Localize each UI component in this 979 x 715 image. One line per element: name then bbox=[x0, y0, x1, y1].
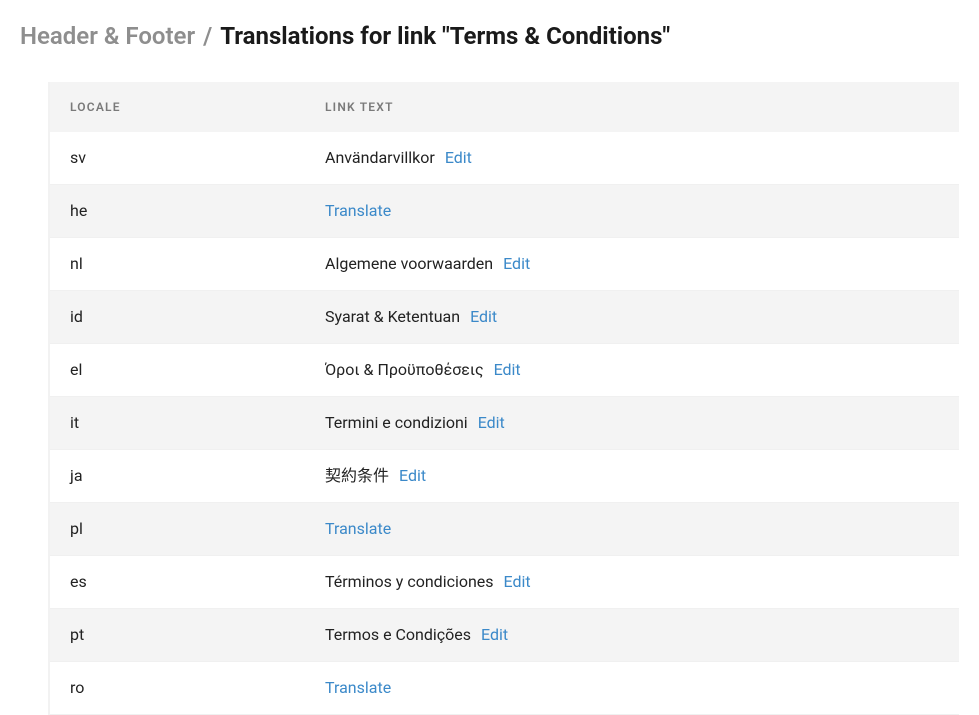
locale-cell: el bbox=[50, 344, 305, 397]
linktext-cell: Termini e condizioni Edit bbox=[305, 397, 959, 450]
table-row: pt Termos e Condições Edit bbox=[50, 609, 959, 662]
table-row: pl Translate bbox=[50, 503, 959, 556]
linktext-cell: Användarvillkor Edit bbox=[305, 132, 959, 185]
linktext-value: Termini e condizioni bbox=[325, 413, 468, 432]
locale-cell: nl bbox=[50, 238, 305, 291]
linktext-value: Algemene voorwaarden bbox=[325, 254, 493, 273]
breadcrumb-current: Translations for link "Terms & Condition… bbox=[220, 22, 670, 50]
table-row: ro Translate bbox=[50, 662, 959, 715]
edit-link[interactable]: Edit bbox=[470, 307, 497, 326]
table-row: sv Användarvillkor Edit bbox=[50, 132, 959, 185]
table-row: id Syarat & Ketentuan Edit bbox=[50, 291, 959, 344]
locale-cell: pt bbox=[50, 609, 305, 662]
locale-cell: he bbox=[50, 185, 305, 238]
locale-cell: it bbox=[50, 397, 305, 450]
linktext-value: Términos y condiciones bbox=[325, 572, 494, 591]
locale-cell: sv bbox=[50, 132, 305, 185]
linktext-value: Termos e Condições bbox=[325, 625, 471, 644]
breadcrumb: Header & Footer / Translations for link … bbox=[20, 18, 959, 54]
table-row: nl Algemene voorwaarden Edit bbox=[50, 238, 959, 291]
edit-link[interactable]: Edit bbox=[445, 148, 472, 167]
table-header-row: LOCALE LINK TEXT bbox=[50, 82, 959, 132]
table-row: he Translate bbox=[50, 185, 959, 238]
edit-link[interactable]: Edit bbox=[399, 466, 426, 485]
content-area: LOCALE LINK TEXT sv Användarvillkor Edit he… bbox=[48, 82, 959, 715]
translations-table: LOCALE LINK TEXT sv Användarvillkor Edit he… bbox=[50, 82, 959, 715]
linktext-cell: Όροι & Προϋποθέσεις Edit bbox=[305, 344, 959, 397]
linktext-cell: Syarat & Ketentuan Edit bbox=[305, 291, 959, 344]
table-row: es Términos y condiciones Edit bbox=[50, 556, 959, 609]
column-header-linktext: LINK TEXT bbox=[305, 82, 959, 132]
linktext-cell: 契約条件 Edit bbox=[305, 450, 959, 503]
table-row: it Termini e condizioni Edit bbox=[50, 397, 959, 450]
linktext-value: 契約条件 bbox=[325, 466, 389, 485]
linktext-cell: Translate bbox=[305, 185, 959, 238]
translate-link[interactable]: Translate bbox=[325, 201, 391, 220]
edit-link[interactable]: Edit bbox=[494, 360, 521, 379]
locale-cell: es bbox=[50, 556, 305, 609]
edit-link[interactable]: Edit bbox=[478, 413, 505, 432]
page-root: Header & Footer / Translations for link … bbox=[0, 0, 979, 715]
translate-link[interactable]: Translate bbox=[325, 519, 391, 538]
table-row: el Όροι & Προϋποθέσεις Edit bbox=[50, 344, 959, 397]
locale-cell: ja bbox=[50, 450, 305, 503]
table-row: ja 契約条件 Edit bbox=[50, 450, 959, 503]
breadcrumb-prev[interactable]: Header & Footer bbox=[20, 22, 195, 50]
linktext-value: Syarat & Ketentuan bbox=[325, 307, 460, 326]
breadcrumb-separator: / bbox=[201, 22, 214, 50]
edit-link[interactable]: Edit bbox=[504, 572, 531, 591]
linktext-cell: Términos y condiciones Edit bbox=[305, 556, 959, 609]
locale-cell: id bbox=[50, 291, 305, 344]
linktext-cell: Translate bbox=[305, 662, 959, 715]
locale-cell: ro bbox=[50, 662, 305, 715]
edit-link[interactable]: Edit bbox=[481, 625, 508, 644]
linktext-value: Användarvillkor bbox=[325, 148, 435, 167]
column-header-locale: LOCALE bbox=[50, 82, 305, 132]
linktext-cell: Algemene voorwaarden Edit bbox=[305, 238, 959, 291]
locale-cell: pl bbox=[50, 503, 305, 556]
linktext-value: Όροι & Προϋποθέσεις bbox=[325, 360, 484, 379]
linktext-cell: Termos e Condições Edit bbox=[305, 609, 959, 662]
linktext-cell: Translate bbox=[305, 503, 959, 556]
translate-link[interactable]: Translate bbox=[325, 678, 391, 697]
edit-link[interactable]: Edit bbox=[503, 254, 530, 273]
